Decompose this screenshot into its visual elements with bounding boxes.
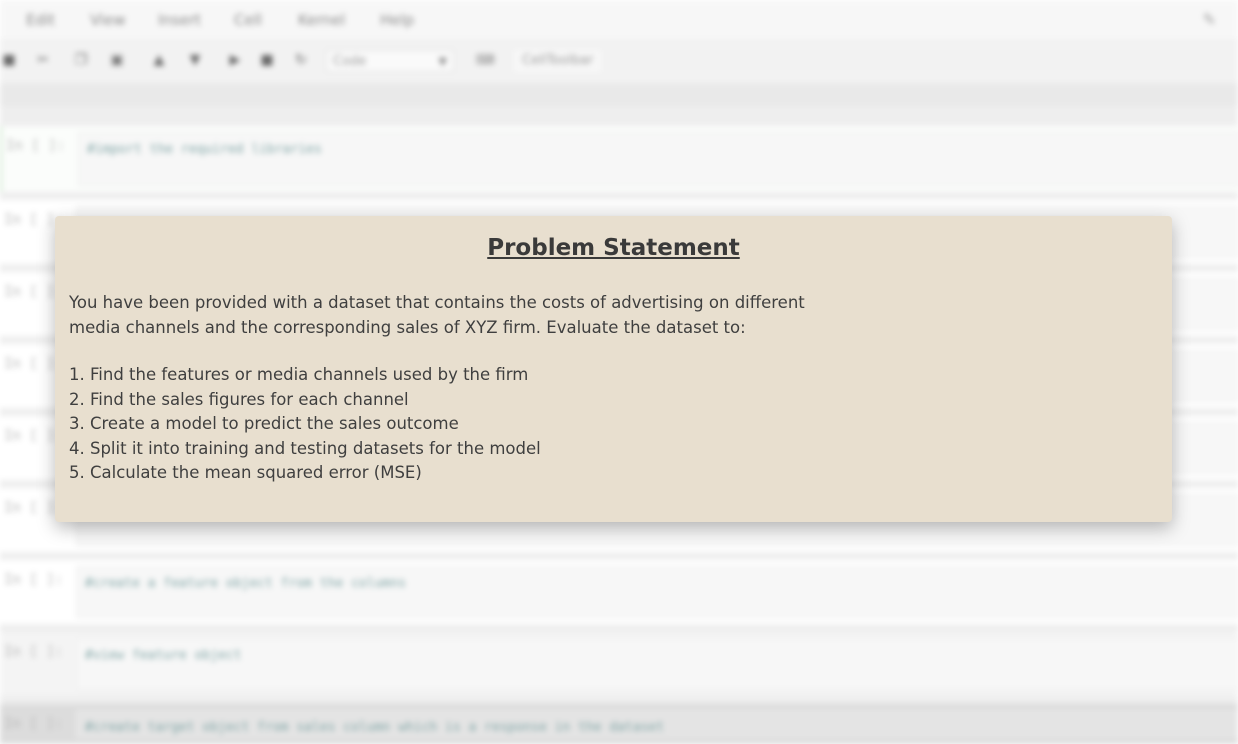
cell-prompt: In [ ]: (4, 644, 64, 660)
save-icon[interactable]: ■ (0, 51, 18, 69)
code-comment: #view feature object (85, 648, 242, 663)
chevron-down-icon: ▼ (438, 55, 447, 68)
menu-help[interactable]: Help (380, 11, 414, 29)
code-editor[interactable]: #create target object from sales column … (76, 710, 1238, 738)
menu-bar: Edit View Insert Cell Kernel Help ✎ (0, 0, 1238, 40)
move-up-icon[interactable]: ▲ (150, 51, 168, 69)
task-item: 1. Find the features or media channels u… (69, 365, 529, 384)
menu-kernel[interactable]: Kernel (298, 11, 345, 29)
paste-icon[interactable]: ▣ (108, 51, 126, 69)
menu-insert[interactable]: Insert (158, 11, 201, 29)
card-intro-line: media channels and the corresponding sal… (69, 318, 746, 337)
card-title: Problem Statement (487, 235, 740, 261)
menu-edit[interactable]: Edit (26, 11, 55, 29)
cell-prompt: In [ ]: (4, 572, 64, 588)
cut-icon[interactable]: ✂ (34, 51, 52, 69)
code-editor[interactable]: #create a feature object from the column… (76, 566, 1238, 618)
code-cell[interactable]: In [ ]: #create a feature object from th… (0, 560, 1238, 624)
cell-type-value: Code (333, 54, 367, 69)
menu-view[interactable]: View (90, 11, 126, 29)
task-item: 5. Calculate the mean squared error (MSE… (69, 463, 422, 482)
code-comment: #create a feature object from the column… (85, 576, 406, 591)
cell-toolbar-group: ⌨ CellToolbar (476, 50, 602, 72)
code-comment: #import the required libraries (87, 142, 322, 157)
task-item: 2. Find the sales figures for each chann… (69, 389, 409, 409)
code-editor[interactable]: #import the required libraries (78, 132, 1238, 186)
code-editor[interactable]: #view feature object (76, 638, 1238, 690)
task-item: 3. Create a model to predict the sales o… (69, 414, 459, 433)
move-down-icon[interactable]: ▼ (186, 51, 204, 69)
cell-toolbar-button[interactable]: CellToolbar (514, 50, 602, 72)
code-cell[interactable]: In [ ]: #view feature object (0, 632, 1238, 696)
run-icon[interactable]: ▶ (226, 51, 244, 69)
code-cell[interactable]: In [ ]: #import the required libraries (0, 126, 1238, 192)
code-comment: #create target object from sales column … (85, 720, 665, 735)
copy-icon[interactable]: ❐ (72, 51, 90, 69)
header-divider (0, 84, 1238, 106)
menu-cell[interactable]: Cell (234, 11, 262, 29)
code-cell[interactable]: In [ ]: #create target object from sales… (0, 704, 1238, 744)
cell-prompt: In [ ]: (6, 138, 66, 154)
restart-icon[interactable]: ↻ (292, 51, 310, 69)
stop-icon[interactable]: ■ (258, 51, 276, 69)
card-intro-line: You have been provided with a dataset th… (69, 293, 805, 312)
task-list: 1. Find the features or media channels u… (69, 363, 541, 486)
task-item: 4. Split it into training and testing da… (69, 438, 541, 458)
card-intro: You have been provided with a dataset th… (69, 290, 889, 340)
cell-type-select[interactable]: Code ▼ (326, 50, 454, 72)
keyboard-icon[interactable]: ⌨ (476, 50, 496, 72)
problem-statement-card: Problem Statement You have been provided… (55, 216, 1172, 522)
edit-pencil-icon[interactable]: ✎ (1203, 10, 1216, 29)
